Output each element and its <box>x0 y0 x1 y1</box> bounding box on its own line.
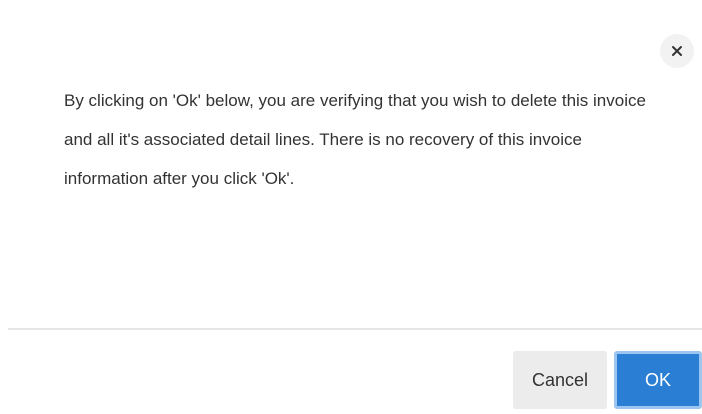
ok-button[interactable]: OK <box>614 351 702 409</box>
close-icon <box>671 45 683 57</box>
cancel-button[interactable]: Cancel <box>513 351 607 409</box>
footer-divider <box>8 328 702 330</box>
confirm-delete-dialog: By clicking on 'Ok' below, you are verif… <box>0 0 702 414</box>
close-button[interactable] <box>660 34 694 68</box>
dialog-message: By clicking on 'Ok' below, you are verif… <box>64 91 646 188</box>
